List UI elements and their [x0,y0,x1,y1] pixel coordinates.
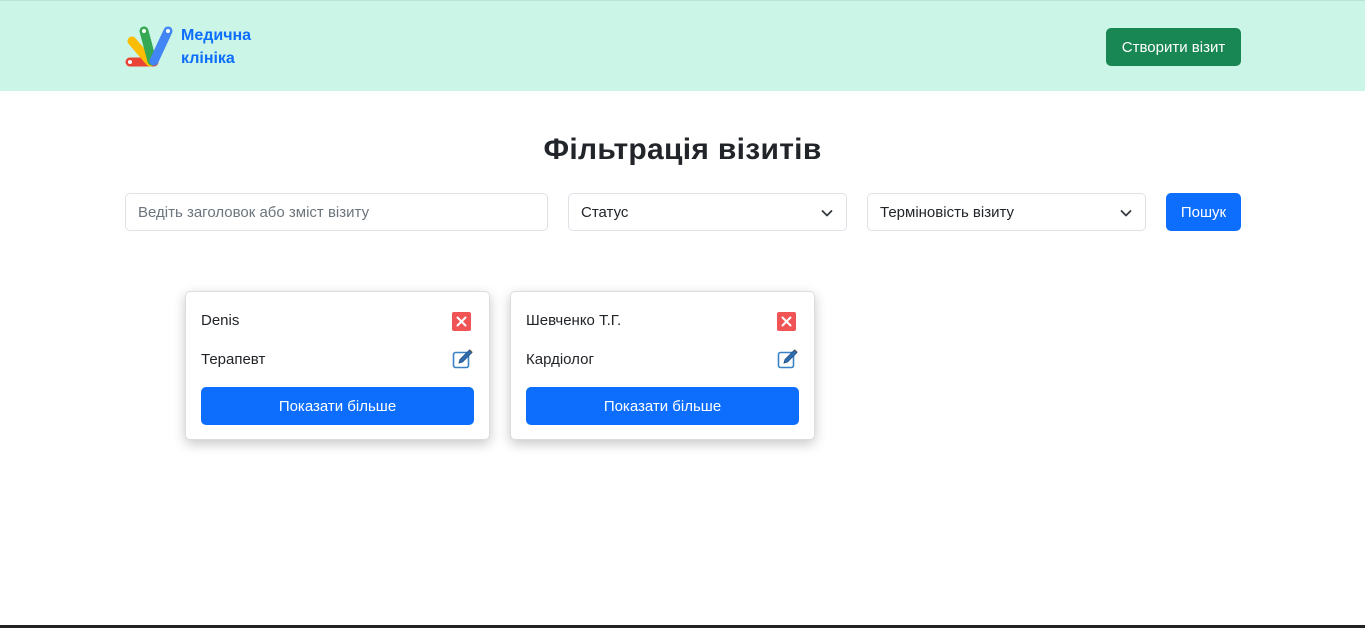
edit-icon[interactable] [452,348,474,370]
brand-line-1: Медична [181,27,252,44]
chevron-down-icon [1120,210,1132,217]
status-select[interactable]: Статус [568,193,847,231]
doctor-specialty: Терапевт [201,351,266,368]
clinic-logo-icon[interactable] [124,25,176,69]
patient-name: Шевченко Т.Г. [526,312,622,329]
urgency-select-value: Терміновість візиту [880,203,1015,221]
visit-card: Denis Терапевт Показати більше [185,291,490,440]
search-button[interactable]: Пошук [1166,193,1241,231]
visit-card: Шевченко Т.Г. Кардіолог Показати більше [510,291,815,440]
urgency-select[interactable]: Терміновість візиту [867,193,1146,231]
patient-name: Denis [201,312,240,329]
doctor-specialty: Кардіолог [526,351,594,368]
brand-line-2: клініка [181,50,235,67]
close-icon[interactable] [452,312,471,331]
top-header: Медична клініка Створити візит [0,0,1365,91]
show-more-button[interactable]: Показати більше [201,387,474,425]
chevron-down-icon [821,210,833,217]
brand-name[interactable]: Медична клініка [181,24,251,70]
edit-icon[interactable] [777,348,799,370]
show-more-button[interactable]: Показати більше [526,387,799,425]
page-title: Фільтрація візитів [543,133,822,166]
search-input[interactable] [125,193,548,231]
status-select-value: Статус [581,203,629,221]
close-icon[interactable] [777,312,796,331]
create-visit-button[interactable]: Створити візит [1106,28,1241,66]
